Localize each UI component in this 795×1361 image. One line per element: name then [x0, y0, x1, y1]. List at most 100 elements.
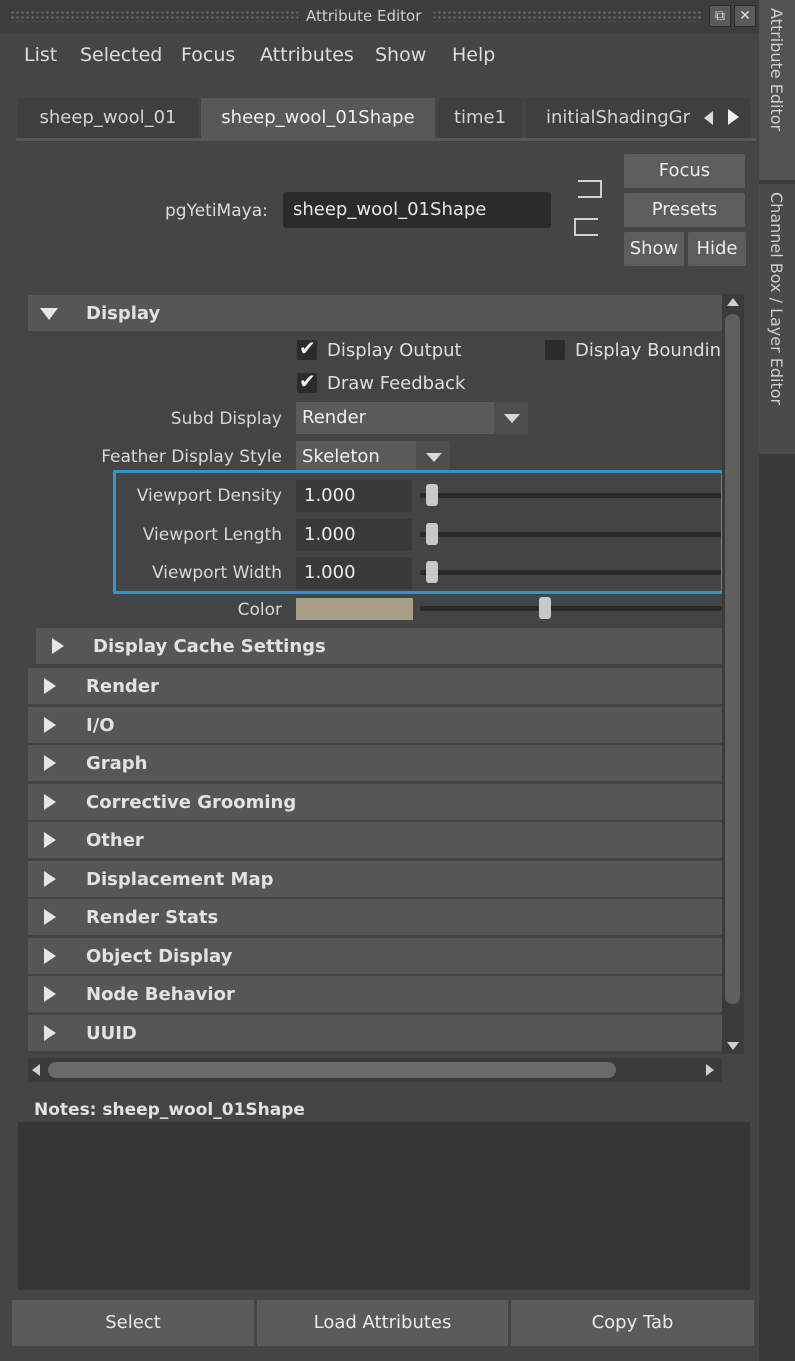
scroll-right-icon[interactable] — [706, 1064, 714, 1076]
section-label: I/O — [86, 715, 115, 736]
section-render[interactable]: Render — [28, 668, 722, 704]
section-label: Node Behavior — [86, 984, 235, 1005]
section-display-cache-settings-label: Display Cache Settings — [93, 636, 326, 657]
section-render-stats[interactable]: Render Stats — [28, 899, 722, 935]
color-slider-handle[interactable] — [539, 597, 551, 619]
collapse-triangle-icon — [40, 308, 58, 320]
section-label: Render Stats — [86, 907, 218, 928]
section-node-behavior[interactable]: Node Behavior — [28, 976, 722, 1012]
expand-triangle-icon — [44, 986, 56, 1002]
side-tab-channel-box[interactable]: Channel Box / Layer Editor — [759, 184, 795, 454]
side-tab-attribute-editor[interactable]: Attribute Editor — [759, 0, 795, 180]
show-button[interactable]: Show — [624, 232, 684, 266]
float-window-icon[interactable]: ⧉ — [709, 5, 731, 27]
window-title: Attribute Editor — [306, 7, 421, 25]
focus-button[interactable]: Focus — [624, 154, 745, 188]
vertical-scroll-thumb[interactable] — [725, 314, 740, 1004]
expand-triangle-icon — [44, 948, 56, 964]
check-icon: ✔ — [299, 369, 316, 393]
tab-sheep-wool-shape[interactable]: sheep_wool_01Shape — [201, 98, 435, 138]
expand-triangle-icon — [44, 909, 56, 925]
vertical-scrollbar[interactable] — [722, 294, 744, 1054]
section-graph[interactable]: Graph — [28, 745, 722, 781]
expand-triangle-icon — [44, 717, 56, 733]
menu-list[interactable]: List — [24, 44, 57, 66]
title-grip-right — [432, 10, 702, 22]
output-connections-icon[interactable] — [574, 218, 598, 236]
menu-attributes[interactable]: Attributes — [260, 44, 354, 66]
check-icon: ✔ — [299, 336, 316, 360]
feather-display-style-value: Skeleton — [302, 441, 380, 473]
color-swatch[interactable] — [296, 598, 413, 620]
side-tab-strip: Attribute Editor Channel Box / Layer Edi… — [759, 0, 795, 1361]
menu-show[interactable]: Show — [375, 44, 426, 66]
side-tab-channel-box-label: Channel Box / Layer Editor — [767, 192, 786, 405]
display-output-label: Display Output — [327, 340, 462, 361]
hide-button[interactable]: Hide — [688, 232, 746, 266]
section-i-o[interactable]: I/O — [28, 707, 722, 743]
menu-focus[interactable]: Focus — [181, 44, 235, 66]
presets-button[interactable]: Presets — [624, 193, 745, 227]
load-attributes-button[interactable]: Load Attributes — [257, 1300, 508, 1346]
expand-triangle-icon — [44, 678, 56, 694]
section-object-display[interactable]: Object Display — [28, 938, 722, 974]
section-label: Object Display — [86, 946, 232, 967]
section-label: Corrective Grooming — [86, 792, 296, 813]
display-bounding-checkbox[interactable] — [545, 340, 565, 360]
node-name-field[interactable]: sheep_wool_01Shape — [283, 192, 551, 228]
tab-initial-shading[interactable]: initialShadingGr — [526, 98, 702, 138]
section-display[interactable]: Display — [28, 295, 722, 331]
tab-scroll-left-icon[interactable] — [704, 111, 713, 125]
section-display-label: Display — [86, 303, 160, 324]
scroll-down-icon[interactable] — [727, 1042, 739, 1050]
section-label: Render — [86, 676, 159, 697]
tab-underline — [16, 138, 756, 141]
feather-display-style-dropdown[interactable]: Skeleton — [296, 441, 450, 473]
display-output-checkbox[interactable]: ✔ — [297, 340, 317, 360]
notes-textarea[interactable] — [18, 1122, 750, 1290]
node-tab-strip: sheep_wool_01 sheep_wool_01Shape time1 i… — [16, 98, 756, 138]
expand-triangle-icon — [44, 871, 56, 887]
subd-display-dropdown[interactable]: Render — [296, 402, 528, 434]
viewport-highlight-box — [113, 470, 724, 594]
title-grip-left — [10, 10, 298, 22]
chevron-down-icon — [416, 441, 450, 473]
title-bar: Attribute Editor ⧉ ✕ — [0, 0, 759, 34]
menu-help[interactable]: Help — [452, 44, 495, 66]
section-label: Displacement Map — [86, 869, 274, 890]
side-tab-attribute-editor-label: Attribute Editor — [767, 8, 786, 131]
draw-feedback-label: Draw Feedback — [327, 373, 465, 394]
tab-sheep-wool[interactable]: sheep_wool_01 — [18, 98, 198, 138]
tab-scroll-right-icon[interactable] — [728, 109, 739, 125]
section-corrective-grooming[interactable]: Corrective Grooming — [28, 784, 722, 820]
draw-feedback-checkbox[interactable]: ✔ — [297, 373, 317, 393]
close-icon[interactable]: ✕ — [734, 5, 756, 27]
expand-triangle-icon — [44, 832, 56, 848]
menu-selected[interactable]: Selected — [80, 44, 162, 66]
input-connections-icon[interactable] — [578, 180, 602, 198]
horizontal-scrollbar[interactable] — [28, 1058, 722, 1082]
expand-triangle-icon — [52, 638, 64, 654]
scroll-left-icon[interactable] — [32, 1064, 40, 1076]
color-label: Color — [118, 600, 282, 620]
node-type-label: pgYetiMaya: — [165, 201, 268, 221]
section-uuid[interactable]: UUID — [28, 1015, 722, 1051]
section-displacement-map[interactable]: Displacement Map — [28, 861, 722, 897]
section-label: Other — [86, 830, 144, 851]
notes-label: Notes: sheep_wool_01Shape — [34, 1100, 305, 1120]
section-other[interactable]: Other — [28, 822, 722, 858]
section-label: Graph — [86, 753, 148, 774]
display-bounding-label: Display Boundin — [575, 340, 721, 361]
chevron-down-icon — [494, 402, 528, 434]
expand-triangle-icon — [44, 794, 56, 810]
copy-tab-button[interactable]: Copy Tab — [511, 1300, 754, 1346]
select-button[interactable]: Select — [12, 1300, 254, 1346]
subd-display-label: Subd Display — [60, 409, 282, 429]
color-slider[interactable] — [420, 606, 722, 611]
subd-display-value: Render — [302, 402, 366, 434]
scroll-up-icon[interactable] — [727, 298, 739, 306]
section-display-cache-settings[interactable]: Display Cache Settings — [36, 628, 722, 664]
tab-time1[interactable]: time1 — [438, 98, 522, 138]
horizontal-scroll-thumb[interactable] — [48, 1062, 616, 1078]
feather-display-style-label: Feather Display Style — [40, 447, 282, 467]
